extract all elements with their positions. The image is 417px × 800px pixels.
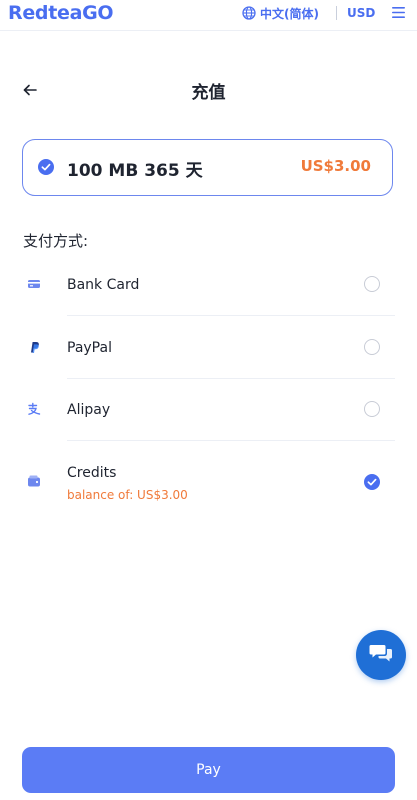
- chat-support-button[interactable]: [356, 630, 406, 680]
- hamburger-menu-icon[interactable]: [391, 5, 406, 20]
- currency-selector[interactable]: USD: [347, 4, 375, 22]
- selected-plan-card[interactable]: 100 MB 365 天 US$3.00: [22, 139, 393, 196]
- payment-option-bank-card[interactable]: Bank Card: [0, 253, 417, 315]
- pay-button[interactable]: Pay: [22, 747, 395, 793]
- header-divider: [336, 6, 337, 20]
- payment-option-label: PayPal: [67, 340, 112, 356]
- check-circle-icon: [38, 159, 54, 175]
- payment-option-credits[interactable]: Credits balance of: US$3.00: [0, 441, 417, 513]
- plan-price: US$3.00: [300, 157, 371, 175]
- credits-balance: balance of: US$3.00: [67, 488, 188, 502]
- bank-card-icon: [27, 277, 41, 291]
- language-label: 中文(简体): [260, 6, 319, 21]
- paypal-icon: [27, 340, 41, 354]
- language-selector[interactable]: 中文(简体): [242, 4, 319, 22]
- radio-checked-icon[interactable]: [364, 474, 380, 490]
- payment-option-paypal[interactable]: PayPal: [0, 316, 417, 378]
- payment-option-alipay[interactable]: Alipay: [0, 379, 417, 441]
- alipay-icon: [27, 402, 41, 416]
- payment-option-label: Bank Card: [67, 277, 140, 293]
- plan-name: 100 MB 365 天: [67, 161, 203, 181]
- globe-icon: [242, 6, 256, 20]
- radio-button[interactable]: [364, 276, 380, 292]
- payment-method-heading: 支付方式:: [23, 232, 89, 250]
- top-navigation-bar: RedteaGO 中文(简体) USD: [0, 0, 417, 31]
- radio-button[interactable]: [364, 401, 380, 417]
- payment-option-label: Credits: [67, 465, 117, 481]
- brand-logo[interactable]: RedteaGO: [8, 2, 114, 24]
- radio-button[interactable]: [364, 339, 380, 355]
- chat-bubble-icon: [369, 642, 393, 669]
- recharge-page: RedteaGO 中文(简体) USD 充值 100 MB 365 天 US$3…: [0, 0, 417, 800]
- page-title: 充值: [191, 83, 226, 103]
- wallet-icon: [27, 474, 41, 488]
- payment-option-label: Alipay: [67, 402, 111, 418]
